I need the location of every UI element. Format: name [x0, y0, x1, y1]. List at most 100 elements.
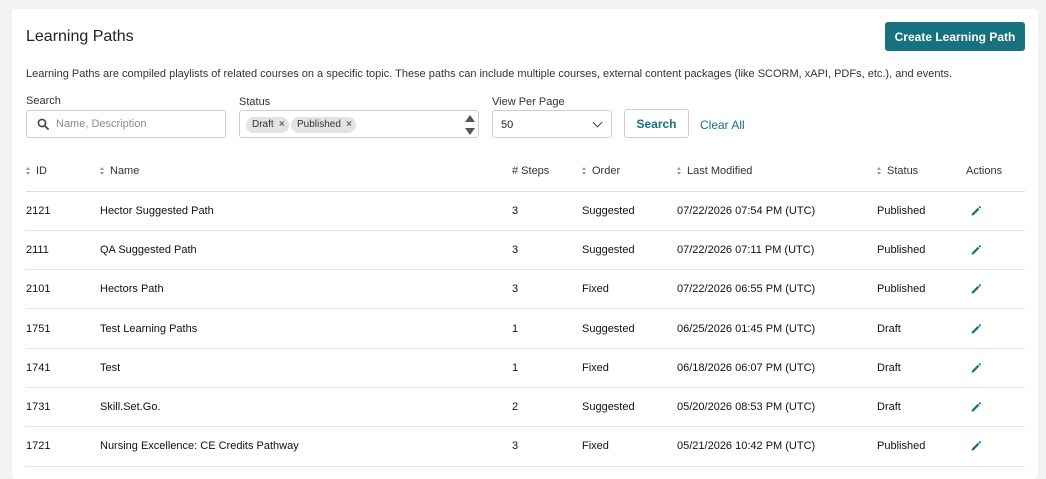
- row-edit-button[interactable]: [966, 230, 1025, 271]
- row-edit-button[interactable]: [966, 426, 1025, 467]
- row-steps: 3: [512, 269, 582, 310]
- row-edit-button[interactable]: [966, 269, 1025, 310]
- search-input[interactable]: [56, 115, 221, 133]
- page-description: Learning Paths are compiled playlists of…: [26, 68, 953, 80]
- row-edit-button[interactable]: [966, 191, 1025, 231]
- search-icon: [37, 118, 49, 130]
- status-spinner[interactable]: [465, 114, 475, 136]
- sort-icon: [100, 166, 105, 175]
- row-name-link[interactable]: Test: [100, 348, 512, 388]
- row-id: 1741: [26, 348, 100, 388]
- column-header-actions: Actions: [966, 151, 1025, 192]
- learning-paths-panel: Learning Paths Create Learning Path Lear…: [12, 9, 1038, 479]
- column-header-name[interactable]: Name: [100, 151, 512, 192]
- arrow-up-icon[interactable]: [465, 115, 475, 122]
- row-steps: 3: [512, 230, 582, 271]
- row-steps: 1: [512, 308, 582, 349]
- page-title: Learning Paths: [26, 28, 134, 45]
- row-order: Suggested: [582, 308, 677, 349]
- row-last-modified: 06/25/2026 01:45 PM (UTC): [677, 308, 877, 349]
- row-name-link[interactable]: Hector Suggested Path: [100, 191, 512, 231]
- clear-all-link[interactable]: Clear All: [700, 118, 745, 132]
- column-header-id[interactable]: ID: [26, 151, 100, 192]
- column-header-last-modified[interactable]: Last Modified: [677, 151, 877, 192]
- sort-icon: [582, 166, 587, 175]
- row-id: 2101: [26, 269, 100, 310]
- pencil-icon: [971, 245, 981, 255]
- row-steps: 3: [512, 191, 582, 231]
- create-learning-path-button[interactable]: Create Learning Path: [885, 22, 1025, 51]
- search-button[interactable]: Search: [624, 109, 689, 138]
- row-name-link[interactable]: QA Suggested Path: [100, 230, 512, 271]
- row-name-link[interactable]: Skill.Set.Go.: [100, 387, 512, 428]
- row-last-modified: 06/18/2026 06:07 PM (UTC): [677, 348, 877, 388]
- row-status: Published: [877, 230, 966, 271]
- pencil-icon: [971, 402, 981, 412]
- row-id: 1731: [26, 387, 100, 428]
- status-chip-label: Draft: [252, 119, 274, 130]
- row-name-link[interactable]: Nursing Excellence: CE Credits Pathway: [100, 426, 512, 467]
- table-row: 1741 Test 1 Fixed 06/18/2026 06:07 PM (UTC) D…: [26, 348, 1025, 388]
- view-per-page-select[interactable]: 50: [492, 110, 612, 138]
- view-per-page-value: 50: [501, 119, 514, 131]
- row-status: Published: [877, 426, 966, 467]
- column-header-label: Status: [887, 164, 919, 177]
- column-header-order[interactable]: Order: [582, 151, 677, 192]
- row-order: Fixed: [582, 348, 677, 388]
- row-steps: 2: [512, 387, 582, 428]
- table-row: 1721 Nursing Excellence: CE Credits Pathw…: [26, 426, 1025, 467]
- row-id: 2121: [26, 191, 100, 231]
- arrow-down-icon[interactable]: [465, 128, 475, 135]
- row-status: Draft: [877, 308, 966, 349]
- row-steps: 3: [512, 426, 582, 467]
- row-id: 2111: [26, 230, 100, 271]
- row-order: Fixed: [582, 269, 677, 310]
- row-order: Fixed: [582, 426, 677, 467]
- row-last-modified: 07/22/2026 06:55 PM (UTC): [677, 269, 877, 310]
- pencil-icon: [971, 362, 981, 373]
- column-header-steps: # Steps: [512, 151, 582, 192]
- search-field[interactable]: [26, 110, 226, 138]
- sort-icon: [26, 166, 31, 175]
- row-name-link[interactable]: Test Learning Paths: [100, 308, 512, 349]
- status-label: Status: [239, 96, 271, 108]
- learning-paths-table: ID Name # Steps Order Last Modified Stat…: [26, 151, 1025, 467]
- search-label: Search: [26, 95, 61, 107]
- column-header-label: Name: [110, 164, 140, 177]
- row-order: Suggested: [582, 230, 677, 271]
- row-order: Suggested: [582, 387, 677, 428]
- pencil-icon: [971, 441, 981, 452]
- column-header-status[interactable]: Status: [877, 151, 966, 192]
- table-row: 1731 Skill.Set.Go. 2 Suggested 05/20/2026 08…: [26, 387, 1025, 428]
- pencil-icon: [971, 205, 981, 216]
- sort-icon: [677, 166, 682, 175]
- row-status: Published: [877, 191, 966, 231]
- row-steps: 1: [512, 348, 582, 388]
- pencil-icon: [971, 284, 981, 294]
- remove-chip-icon[interactable]: ×: [279, 117, 285, 133]
- column-header-label: ID: [36, 164, 47, 177]
- row-last-modified: 07/22/2026 07:11 PM (UTC): [677, 230, 877, 271]
- row-last-modified: 07/22/2026 07:54 PM (UTC): [677, 191, 877, 231]
- row-edit-button[interactable]: [966, 348, 1025, 388]
- chevron-down-icon: [592, 117, 603, 128]
- row-edit-button[interactable]: [966, 387, 1025, 428]
- status-chip-label: Published: [297, 119, 341, 130]
- row-id: 1751: [26, 308, 100, 349]
- column-header-label: Actions: [966, 164, 1003, 177]
- remove-chip-icon[interactable]: ×: [346, 117, 352, 133]
- row-last-modified: 05/20/2026 08:53 PM (UTC): [677, 387, 877, 428]
- row-status: Draft: [877, 387, 966, 428]
- row-name-link[interactable]: Hectors Path: [100, 269, 512, 310]
- status-multiselect[interactable]: Draft × Published ×: [239, 110, 479, 138]
- column-header-label: # Steps: [512, 164, 550, 177]
- row-edit-button[interactable]: [966, 308, 1025, 349]
- row-last-modified: 05/21/2026 10:42 PM (UTC): [677, 426, 877, 467]
- row-id: 1721: [26, 426, 100, 467]
- table-row: 2121 Hector Suggested Path 3 Suggested 07/22…: [26, 191, 1025, 231]
- row-status: Draft: [877, 348, 966, 388]
- column-header-label: Last Modified: [687, 164, 753, 177]
- table-row: 1751 Test Learning Paths 1 Suggested 06/25/2…: [26, 308, 1025, 349]
- status-chip-published: Published ×: [291, 117, 356, 133]
- view-per-page-label: View Per Page: [492, 96, 565, 108]
